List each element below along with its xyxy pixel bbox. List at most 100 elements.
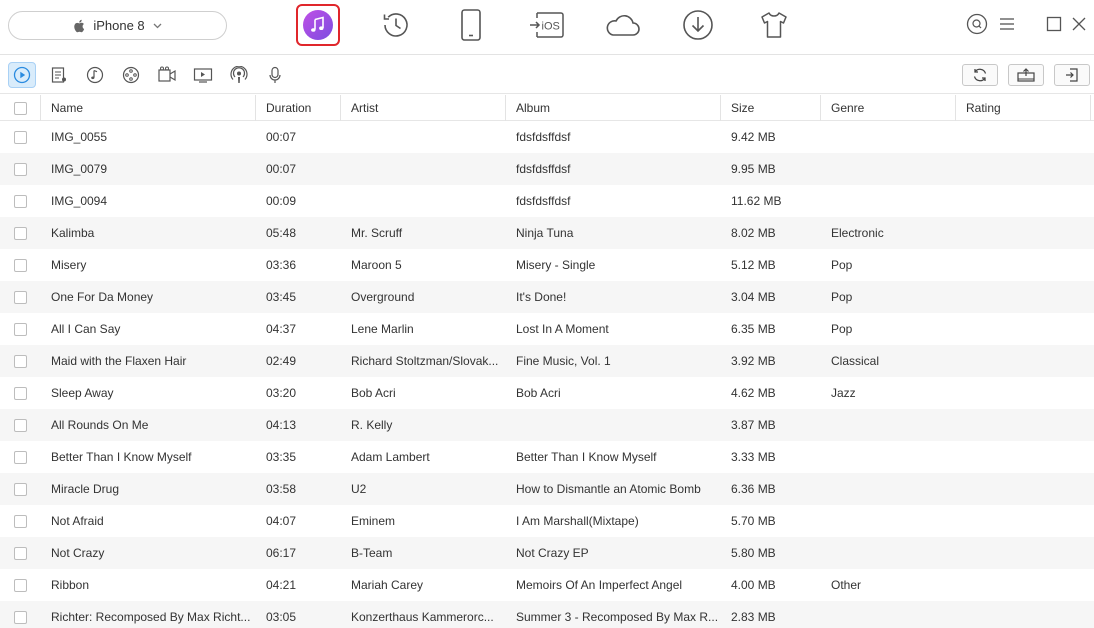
table-row[interactable]: Not Afraid 04:07 Eminem I Am Marshall(Mixta… xyxy=(0,505,1094,537)
menu-icon[interactable] xyxy=(996,12,1018,36)
header-duration[interactable]: Duration xyxy=(256,95,341,121)
row-checkbox[interactable] xyxy=(14,322,27,336)
row-checkbox[interactable] xyxy=(14,194,27,208)
podcasts-category-icon[interactable] xyxy=(225,62,253,88)
music-table: Name Duration Artist Album Size Genre Ra… xyxy=(0,95,1094,628)
ios-mover-icon[interactable]: iOS xyxy=(525,4,569,46)
cell-name: IMG_0055 xyxy=(51,130,108,144)
row-checkbox[interactable] xyxy=(14,354,27,368)
cell-name: Kalimba xyxy=(51,226,95,240)
row-checkbox[interactable] xyxy=(14,514,27,528)
cell-name: IMG_0079 xyxy=(51,162,108,176)
export-to-computer-icon[interactable] xyxy=(1008,64,1044,86)
header-name[interactable]: Name xyxy=(41,95,256,121)
cell-artist xyxy=(341,153,506,185)
row-checkbox-cell xyxy=(0,185,41,217)
cell-album: Misery - Single xyxy=(516,258,596,272)
cell-artist: Adam Lambert xyxy=(351,450,430,464)
device-name: iPhone 8 xyxy=(93,18,145,33)
cell-artist: Konzerthaus Kammerorc... xyxy=(351,610,494,624)
cell-duration: 00:07 xyxy=(266,130,297,144)
cell-duration: 03:35 xyxy=(266,450,297,464)
videos-category-icon[interactable] xyxy=(153,62,181,88)
header-size[interactable]: Size xyxy=(721,95,821,121)
cell-artist xyxy=(341,185,506,217)
icloud-icon[interactable] xyxy=(600,4,644,46)
row-checkbox[interactable] xyxy=(14,450,27,464)
header-artist[interactable]: Artist xyxy=(341,95,506,121)
cell-artist: U2 xyxy=(351,482,367,496)
albums-category-icon[interactable] xyxy=(117,62,145,88)
table-row[interactable]: Richter: Recomposed By Max Richt... 03:05… xyxy=(0,601,1094,628)
table-row[interactable]: IMG_0079 00:07 fdsfdsffdsf 9.95 MB xyxy=(0,153,1094,185)
table-row[interactable]: IMG_0094 00:09 fdsfdsffdsf 11.62 MB xyxy=(0,185,1094,217)
select-all-checkbox[interactable] xyxy=(13,101,27,115)
row-checkbox[interactable] xyxy=(14,418,27,432)
row-checkbox-cell xyxy=(0,569,41,601)
row-checkbox[interactable] xyxy=(14,578,27,592)
cell-name: IMG_0094 xyxy=(51,194,108,208)
cell-artist: Mr. Scruff xyxy=(351,226,403,240)
row-checkbox[interactable] xyxy=(14,130,27,144)
cell-rating xyxy=(956,377,1091,409)
svg-text:iOS: iOS xyxy=(542,21,560,33)
row-checkbox[interactable] xyxy=(14,386,27,400)
cell-artist: Richard Stoltzman/Slovak... xyxy=(351,354,499,368)
table-row[interactable]: One For Da Money 03:45 Overground It's Done… xyxy=(0,281,1094,313)
history-icon[interactable] xyxy=(374,4,418,46)
cell-genre: Electronic xyxy=(831,226,884,240)
table-row[interactable]: Sleep Away 03:20 Bob Acri Bob Acri 4.62 MB Ja… xyxy=(0,377,1094,409)
cell-duration: 03:05 xyxy=(266,610,297,624)
row-checkbox[interactable] xyxy=(14,482,27,496)
search-icon[interactable] xyxy=(966,12,988,36)
row-checkbox[interactable] xyxy=(14,546,27,560)
cell-size: 3.87 MB xyxy=(731,418,776,432)
table-row[interactable]: All Rounds On Me 04:13 R. Kelly 3.87 MB xyxy=(0,409,1094,441)
cell-genre xyxy=(821,505,956,537)
cell-genre xyxy=(821,185,956,217)
row-checkbox-cell xyxy=(0,377,41,409)
header-rating[interactable]: Rating xyxy=(956,95,1091,121)
ringtones-category-icon[interactable] xyxy=(81,62,109,88)
table-row[interactable]: Not Crazy 06:17 B-Team Not Crazy EP 5.80 MB xyxy=(0,537,1094,569)
header-album[interactable]: Album xyxy=(506,95,721,121)
header-genre[interactable]: Genre xyxy=(821,95,956,121)
cell-artist: Lene Marlin xyxy=(351,322,414,336)
device-icon[interactable] xyxy=(449,4,493,46)
row-checkbox[interactable] xyxy=(14,162,27,176)
device-selector[interactable]: iPhone 8 xyxy=(8,11,227,40)
category-toolbar xyxy=(0,56,1094,94)
cell-duration: 03:20 xyxy=(266,386,297,400)
row-checkbox-cell xyxy=(0,281,41,313)
cell-album: fdsfdsffdsf xyxy=(516,162,571,176)
table-row[interactable]: Misery 03:36 Maroon 5 Misery - Single 5.12 M… xyxy=(0,249,1094,281)
toolkit-shirt-icon[interactable] xyxy=(752,4,796,46)
cell-rating xyxy=(956,217,1091,249)
table-row[interactable]: All I Can Say 04:37 Lene Marlin Lost In A M… xyxy=(0,313,1094,345)
table-row[interactable]: IMG_0055 00:07 fdsfdsffdsf 9.42 MB xyxy=(0,121,1094,153)
row-checkbox-cell xyxy=(0,249,41,281)
table-row[interactable]: Ribbon 04:21 Mariah Carey Memoirs Of An Imp… xyxy=(0,569,1094,601)
row-checkbox[interactable] xyxy=(14,258,27,272)
refresh-icon[interactable] xyxy=(962,64,998,86)
cell-size: 3.92 MB xyxy=(731,354,776,368)
table-row[interactable]: Kalimba 05:48 Mr. Scruff Ninja Tuna 8.02 MB E… xyxy=(0,217,1094,249)
voice-memos-category-icon[interactable] xyxy=(261,62,289,88)
tv-shows-category-icon[interactable] xyxy=(189,62,217,88)
import-icon[interactable] xyxy=(1054,64,1090,86)
row-checkbox[interactable] xyxy=(14,290,27,304)
row-checkbox[interactable] xyxy=(14,610,27,624)
close-icon[interactable] xyxy=(1068,12,1090,36)
maximize-icon[interactable] xyxy=(1043,12,1065,36)
music-category-icon[interactable] xyxy=(8,62,36,88)
table-row[interactable]: Maid with the Flaxen Hair 02:49 Richard St… xyxy=(0,345,1094,377)
playlists-category-icon[interactable] xyxy=(45,62,73,88)
cell-genre xyxy=(821,473,956,505)
music-manager-icon[interactable] xyxy=(296,4,340,46)
row-checkbox[interactable] xyxy=(14,226,27,240)
cell-rating xyxy=(956,601,1091,628)
download-icon[interactable] xyxy=(676,4,720,46)
table-row[interactable]: Better Than I Know Myself 03:35 Adam Lambe… xyxy=(0,441,1094,473)
table-row[interactable]: Miracle Drug 03:58 U2 How to Dismantle an A… xyxy=(0,473,1094,505)
cell-duration: 04:07 xyxy=(266,514,297,528)
